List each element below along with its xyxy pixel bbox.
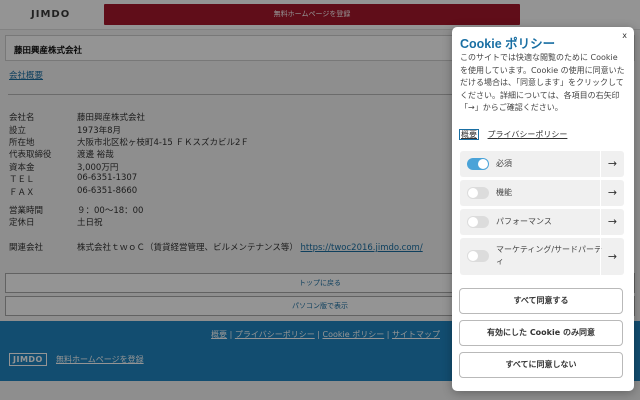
tab-overview[interactable]: 概要 (459, 129, 479, 140)
performance-toggle[interactable] (467, 216, 489, 228)
accept-selected-button[interactable]: 有効にした Cookie のみ同意 (459, 320, 623, 346)
cookie-category-performance[interactable]: パフォーマンス → (460, 209, 624, 235)
accept-all-button[interactable]: すべて同意する (459, 288, 623, 314)
arrow-right-icon[interactable]: → (600, 180, 624, 206)
functional-toggle[interactable] (467, 187, 489, 199)
reject-all-button[interactable]: すべてに同意しない (459, 352, 623, 378)
cookie-title: Cookie ポリシー (460, 37, 556, 51)
cookie-tabs: 概要 プライバシーポリシー (459, 129, 567, 140)
category-label: マーケティング/サードパーティ (496, 245, 603, 266)
arrow-right-icon[interactable]: → (600, 209, 624, 235)
category-label: パフォーマンス (496, 217, 552, 226)
cookie-consent-panel: x Cookie ポリシー このサイトでは快適な閲覧のために Cookie を使… (452, 27, 634, 391)
arrow-right-icon[interactable]: → (600, 238, 624, 275)
tab-privacy-policy[interactable]: プライバシーポリシー (488, 130, 568, 139)
category-label: 機能 (496, 188, 512, 197)
cookie-category-functional[interactable]: 機能 → (460, 180, 624, 206)
marketing-toggle[interactable] (467, 250, 489, 262)
cookie-category-necessary[interactable]: 必須 → (460, 151, 624, 177)
close-icon[interactable]: x (622, 31, 627, 40)
category-label: 必須 (496, 159, 512, 168)
cookie-description: このサイトでは快適な閲覧のために Cookie を使用しています。Cookie … (460, 53, 625, 112)
arrow-right-icon[interactable]: → (600, 151, 624, 177)
necessary-toggle[interactable] (467, 158, 489, 170)
cookie-category-marketing[interactable]: マーケティング/サードパーティ → (460, 238, 624, 275)
